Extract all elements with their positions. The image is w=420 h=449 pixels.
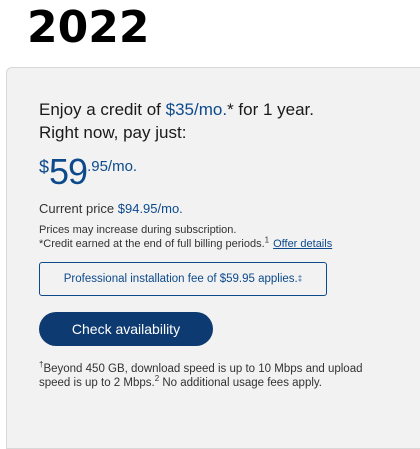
pay-now-line: Right now, pay just: (39, 123, 187, 142)
credit-amount: $35/mo. (165, 100, 228, 119)
offer-details-link[interactable]: Offer details (273, 238, 332, 250)
price-currency: $ (39, 157, 50, 177)
price-cents-period: .95/mo. (87, 158, 138, 175)
installation-fee-notice: Professional installation fee of $59.95 … (39, 262, 327, 296)
price-increase-note: Prices may increase during subscription. (39, 224, 237, 236)
offer-headline: Enjoy a credit of $35/mo.* for 1 year. R… (39, 98, 409, 144)
price-whole: 59 (49, 151, 88, 192)
credit-prefix: Enjoy a credit of (39, 100, 166, 119)
data-cap-footnote: †Beyond 450 GB, download speed is up to … (39, 361, 369, 390)
credit-note-footnote-mark: 1 (264, 235, 270, 245)
credit-note-text: *Credit earned at the end of full billin… (39, 238, 265, 250)
fine-print: Prices may increase during subscription.… (39, 223, 399, 251)
check-availability-button[interactable]: Check availability (39, 312, 213, 346)
current-price-value: $94.95/mo. (117, 201, 183, 216)
current-price: Current price $94.95/mo. (39, 201, 183, 216)
promo-price: $59.95/mo. (39, 150, 137, 194)
credit-note: *Credit earned at the end of full billin… (39, 235, 399, 251)
credit-line: Enjoy a credit of $35/mo.* for 1 year. (39, 98, 409, 121)
installation-fee-text: Professional installation fee of $59.95 … (63, 273, 298, 285)
offer-card: Enjoy a credit of $35/mo.* for 1 year. R… (6, 67, 420, 449)
credit-suffix: * for 1 year. (227, 100, 314, 119)
current-price-label: Current price (39, 201, 118, 216)
year-heading: 2022 (27, 2, 150, 53)
footnote-text-fees: No additional usage fees apply. (159, 377, 322, 389)
